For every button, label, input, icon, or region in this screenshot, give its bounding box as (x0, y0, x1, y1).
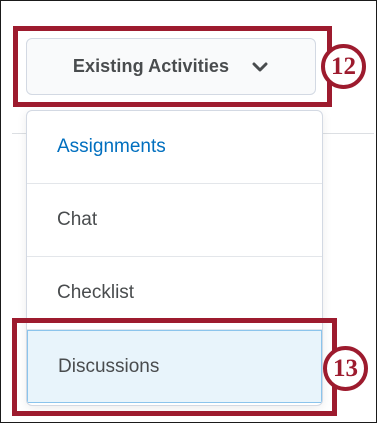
menu-item-label: Assignments (57, 136, 166, 157)
menu-item-label: Checklist (57, 282, 135, 303)
menu-item-chat[interactable]: Chat (27, 184, 322, 257)
step-number: 13 (333, 355, 358, 382)
highlight-box-step-12 (13, 26, 332, 107)
step-number: 12 (331, 53, 356, 80)
menu-item-assignments[interactable]: Assignments (27, 111, 322, 184)
highlight-box-step-13 (12, 318, 337, 416)
menu-item-label: Chat (57, 209, 98, 230)
step-badge-13: 13 (323, 346, 368, 391)
step-badge-12: 12 (321, 44, 366, 89)
